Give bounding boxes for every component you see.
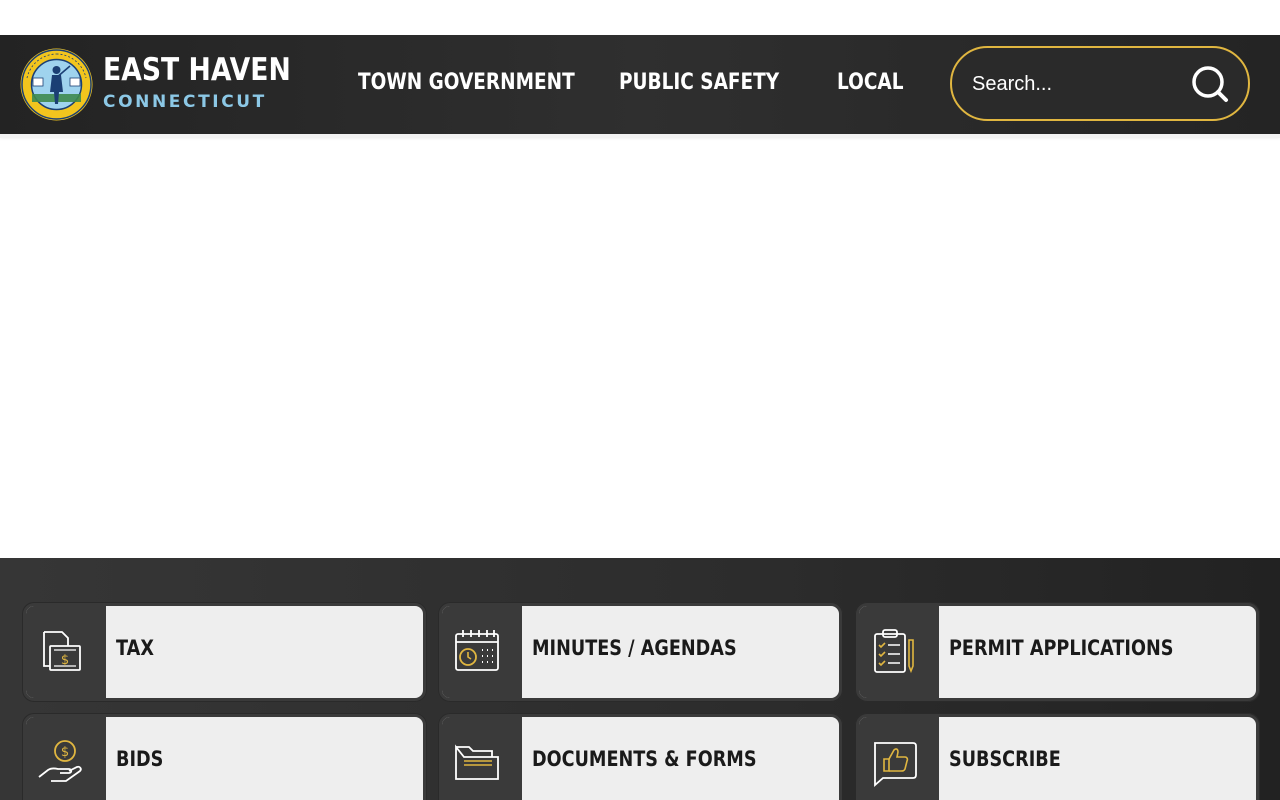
quick-link-label: DOCUMENTS & FORMS	[532, 747, 757, 771]
search-box	[950, 46, 1250, 121]
clipboard-checklist-icon	[874, 629, 914, 674]
town-seal-icon	[20, 48, 93, 121]
header-divider	[0, 134, 1280, 138]
site-header: EAST HAVEN CONNECTICUT TOWN GOVERNMENT P…	[0, 35, 1280, 134]
quick-link-label: PERMIT APPLICATIONS	[949, 636, 1174, 660]
quick-link-permit-applications[interactable]: PERMIT APPLICATIONS	[855, 602, 1260, 702]
nav-public-safety[interactable]: PUBLIC SAFETY	[619, 70, 779, 95]
quick-link-label: BIDS	[116, 747, 164, 771]
site-logo-link[interactable]: EAST HAVEN CONNECTICUT	[20, 48, 291, 122]
quick-link-label: TAX	[116, 636, 154, 660]
search-button[interactable]	[1190, 64, 1230, 104]
nav-local[interactable]: LOCAL	[837, 70, 903, 95]
svg-text:$: $	[61, 745, 69, 760]
calendar-clock-icon	[455, 630, 499, 671]
search-input[interactable]	[972, 68, 1182, 100]
quick-link-subscribe[interactable]: SUBSCRIBE	[855, 713, 1260, 800]
search-icon	[1192, 66, 1228, 102]
quick-link-documents-forms[interactable]: DOCUMENTS & FORMS	[438, 713, 843, 800]
quick-link-label: MINUTES / AGENDAS	[532, 636, 737, 660]
quick-link-label: SUBSCRIBE	[949, 747, 1061, 771]
hand-coin-icon: $	[38, 740, 82, 782]
quick-link-minutes-agendas[interactable]: MINUTES / AGENDAS	[438, 602, 843, 702]
tax-bill-icon: $	[43, 631, 81, 671]
folder-icon	[455, 744, 499, 780]
thumbs-up-icon	[874, 742, 917, 787]
svg-text:$: $	[61, 653, 69, 668]
quick-link-tax[interactable]: $ TAX	[22, 602, 427, 702]
quick-link-bids[interactable]: $ BIDS	[22, 713, 427, 800]
site-subtitle: CONNECTICUT	[103, 92, 267, 112]
site-title: EAST HAVEN	[103, 52, 291, 88]
nav-town-government[interactable]: TOWN GOVERNMENT	[358, 70, 575, 95]
